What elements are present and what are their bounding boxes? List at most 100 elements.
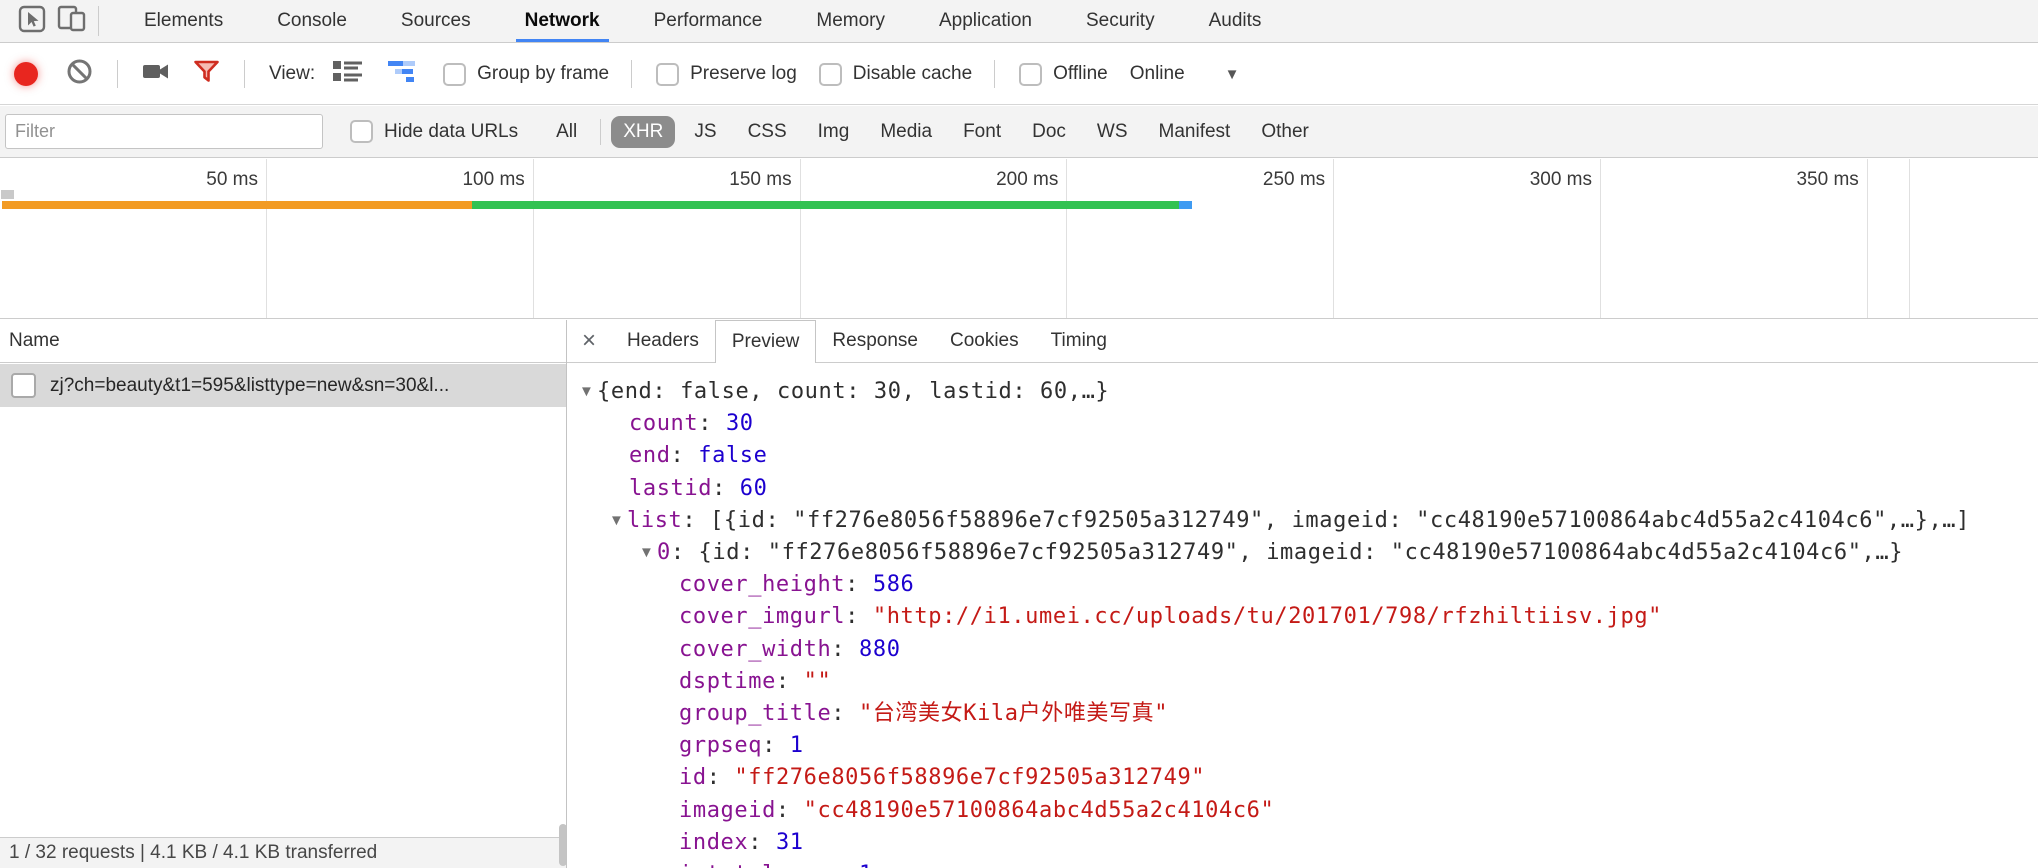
filter-type-font[interactable]: Font	[951, 116, 1013, 148]
preview-line: ▼{end: false, count: 30, lastid: 60,…}	[567, 376, 2038, 408]
clear-button[interactable]	[66, 58, 93, 91]
filter-type-doc[interactable]: Doc	[1020, 116, 1078, 148]
tick-label: 350 ms	[1709, 169, 1859, 191]
preview-line: cover_imgurl: "http://i1.umei.cc/uploads…	[567, 601, 2038, 633]
checkbox	[443, 63, 466, 86]
show-overview-toggle[interactable]	[388, 60, 419, 89]
tick-label: 50 ms	[108, 169, 258, 191]
json-text: {end: false, count: 30, lastid: 60,…}	[597, 379, 1109, 404]
tab-console[interactable]: Console	[250, 0, 374, 42]
preview-line: imageid: "cc48190e57100864abc4d55a2c4104…	[567, 795, 2038, 827]
tick-label: 100 ms	[375, 169, 525, 191]
filter-types: All XHRJSCSSImgMediaFontDocWSManifestOthe…	[544, 116, 1328, 148]
filter-toggle-button[interactable]	[193, 58, 220, 91]
tick-label: 200 ms	[908, 169, 1058, 191]
checkbox	[819, 63, 842, 86]
tick-label: 300 ms	[1442, 169, 1592, 191]
json-key: lastid	[629, 476, 712, 501]
filter-type-media[interactable]: Media	[868, 116, 944, 148]
request-checkbox[interactable]	[11, 373, 36, 398]
preview-line: grpseq: 1	[567, 730, 2038, 762]
json-text: :	[831, 637, 859, 662]
filter-type-other[interactable]: Other	[1249, 116, 1321, 148]
camera-icon	[142, 59, 169, 90]
json-number: 880	[859, 637, 901, 662]
tab-audits[interactable]: Audits	[1182, 0, 1289, 42]
tab-memory[interactable]: Memory	[789, 0, 912, 42]
checkbox-group-by-frame[interactable]: Group by frame	[443, 63, 609, 86]
checkbox-preserve-log[interactable]: Preserve log	[656, 63, 797, 86]
devtools-tab-bar: ElementsConsoleSourcesNetworkPerformance…	[0, 0, 2038, 43]
tab-performance[interactable]: Performance	[627, 0, 790, 42]
filter-type-css[interactable]: CSS	[736, 116, 799, 148]
list-view-icon	[333, 60, 364, 88]
capture-screenshots-button[interactable]	[142, 59, 169, 90]
checkbox-disable-cache[interactable]: Disable cache	[819, 63, 972, 86]
close-icon[interactable]: ×	[567, 327, 611, 355]
json-text: :	[845, 572, 873, 597]
filter-type-img[interactable]: Img	[806, 116, 862, 148]
preview-line: cover_height: 586	[567, 569, 2038, 601]
filter-type-manifest[interactable]: Manifest	[1147, 116, 1243, 148]
preview-line: index: 31	[567, 827, 2038, 859]
json-key: istotalpage	[679, 862, 831, 868]
tab-security[interactable]: Security	[1059, 0, 1182, 42]
filter-type-all[interactable]: All	[544, 116, 589, 148]
clear-icon	[66, 58, 93, 91]
json-key: imageid	[679, 798, 776, 823]
tab-application[interactable]: Application	[912, 0, 1059, 42]
filter-type-xhr[interactable]: XHR	[611, 116, 675, 148]
expand-arrow-icon[interactable]: ▼	[609, 505, 623, 537]
filter-type-js[interactable]: JS	[682, 116, 728, 148]
json-text: :	[748, 830, 776, 855]
json-string: "ff276e8056f58896e7cf92505a312749"	[734, 765, 1205, 790]
checkbox-label: Offline	[1053, 63, 1108, 85]
details-tab-headers[interactable]: Headers	[611, 320, 715, 363]
device-toolbar-button[interactable]	[52, 3, 92, 39]
filter-input[interactable]	[5, 114, 323, 149]
preview-line: group_title: "台湾美女Kila户外唯美写真"	[567, 698, 2038, 730]
divider	[117, 60, 118, 88]
preview-line: cover_width: 880	[567, 634, 2038, 666]
details-tab-timing[interactable]: Timing	[1035, 320, 1123, 363]
json-key: cover_imgurl	[679, 604, 845, 629]
json-string: "台湾美女Kila户外唯美写真"	[859, 701, 1168, 726]
tab-network[interactable]: Network	[498, 0, 627, 42]
json-number: 60	[740, 476, 768, 501]
gridline	[1867, 159, 1868, 318]
details-tab-preview[interactable]: Preview	[715, 320, 817, 363]
expand-arrow-icon[interactable]: ▼	[579, 376, 593, 408]
waterfall-segment-green	[472, 201, 1179, 209]
details-tab-response[interactable]: Response	[816, 320, 934, 363]
request-row[interactable]: zj?ch=beauty&t1=595&listtype=new&sn=30&l…	[0, 364, 566, 407]
filter-type-ws[interactable]: WS	[1085, 116, 1140, 148]
json-text: :	[831, 701, 859, 726]
requests-column-header[interactable]: Name	[0, 320, 566, 363]
json-key: id	[679, 765, 707, 790]
json-text: :	[845, 604, 873, 629]
json-text: :	[776, 669, 804, 694]
json-text: : {id: "ff276e8056f58896e7cf92505a312749…	[671, 540, 1903, 565]
json-number: 31	[776, 830, 804, 855]
inspect-cursor-icon	[18, 5, 46, 38]
checkbox-hide-data-urls[interactable]: Hide data URLs	[350, 120, 518, 143]
expand-arrow-icon[interactable]: ▼	[639, 537, 653, 569]
checkbox-offline[interactable]: Offline	[1019, 63, 1108, 86]
json-number: 586	[873, 572, 915, 597]
inspect-element-button[interactable]	[12, 3, 52, 39]
json-key: dsptime	[679, 669, 776, 694]
preview-line: ▼list: [{id: "ff276e8056f58896e7cf92505a…	[567, 505, 2038, 537]
record-button[interactable]	[14, 62, 38, 86]
details-tab-cookies[interactable]: Cookies	[934, 320, 1035, 363]
preview-line: id: "ff276e8056f58896e7cf92505a312749"	[567, 762, 2038, 794]
preview-line: end: false	[567, 440, 2038, 472]
json-text: :	[671, 443, 699, 468]
large-rows-toggle[interactable]	[333, 60, 364, 88]
tab-elements[interactable]: Elements	[117, 0, 250, 42]
divider	[994, 60, 995, 88]
checkbox-label: Group by frame	[477, 63, 609, 85]
json-string: "http://i1.umei.cc/uploads/tu/201701/798…	[873, 604, 1662, 629]
tab-sources[interactable]: Sources	[374, 0, 498, 42]
timeline-overview[interactable]: 50 ms100 ms150 ms200 ms250 ms300 ms350 m…	[0, 159, 2038, 319]
throttling-select[interactable]: Online ▼	[1130, 63, 1240, 85]
